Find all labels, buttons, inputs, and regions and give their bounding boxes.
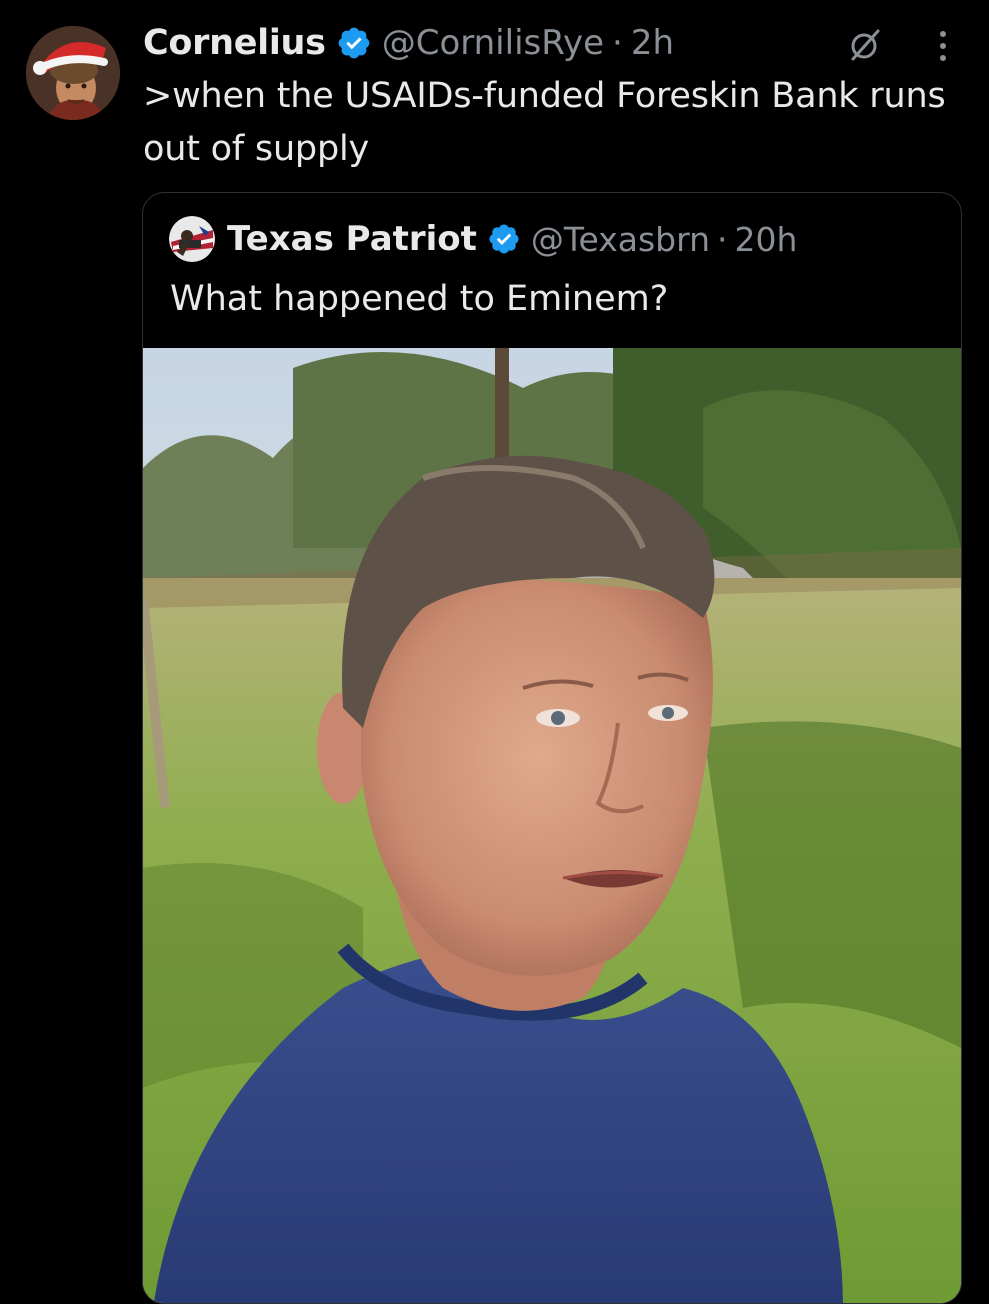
avatar-image [26,26,120,120]
verified-badge-icon[interactable] [336,25,372,61]
quoted-author-handle[interactable]: @Texasbrn [531,220,710,259]
quoted-post-timestamp[interactable]: 20h [735,220,798,259]
author-handle[interactable]: @CornilisRye [382,23,604,63]
meta-separator: · [612,23,623,63]
tweet-text: >when the USAIDs-funded Foreskin Bank ru… [143,76,946,169]
post-timestamp[interactable]: 2h [631,23,674,63]
author-avatar[interactable] [26,26,120,120]
more-vertical-icon[interactable] [928,26,958,66]
quoted-tweet-text: What happened to Eminem? [170,279,669,319]
quoted-tweet-card[interactable]: Texas Patriot @Texasbrn · 20h What happe… [142,192,962,1304]
quoted-author-avatar[interactable] [169,216,215,262]
tweet-header: Cornelius @CornilisRye · 2h [143,18,674,68]
quoted-tweet-header: Texas Patriot @Texasbrn · 20h [169,215,797,263]
tweet[interactable]: Cornelius @CornilisRye · 2h >when the US… [0,0,989,1304]
quoted-author-display-name[interactable]: Texas Patriot [227,219,477,259]
quoted-tweet-photo[interactable] [143,348,961,1303]
author-display-name[interactable]: Cornelius [143,23,326,63]
verified-badge-icon[interactable] [487,222,521,256]
grok-icon[interactable] [847,27,883,63]
meta-separator: · [717,219,728,259]
